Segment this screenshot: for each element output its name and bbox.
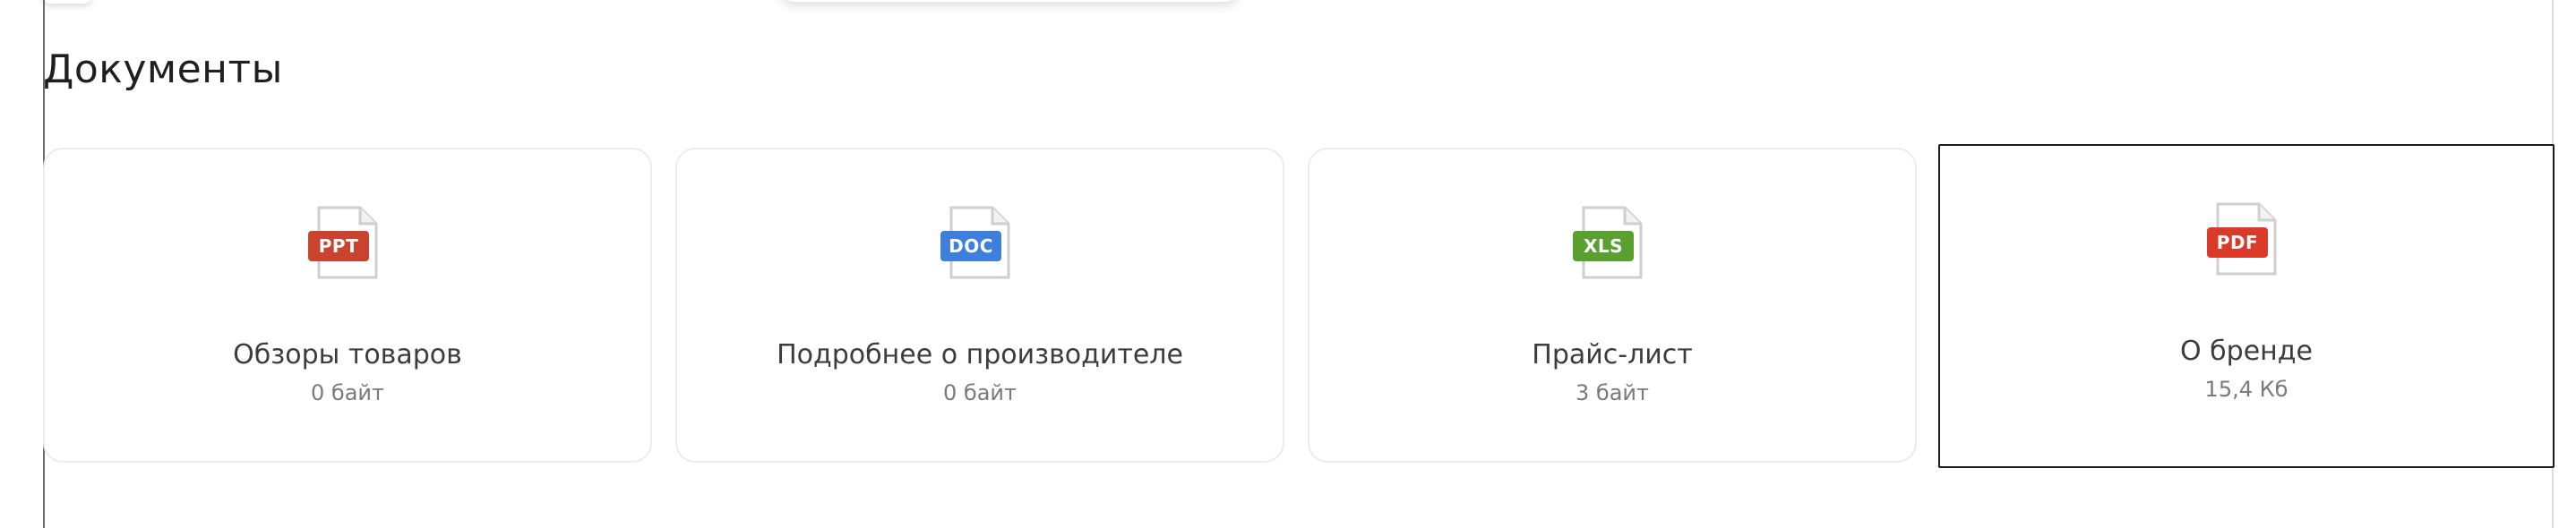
page: Документы PPT Обзоры товаров 0 байт DOC: [0, 0, 2576, 528]
document-card-manufacturer-info[interactable]: DOC Подробнее о производителе 0 байт: [675, 148, 1284, 463]
file-type-badge: PPT: [308, 231, 369, 261]
document-size: 0 байт: [943, 380, 1017, 405]
document-card-about-brand[interactable]: PDF О бренде 15,4 Кб: [1938, 144, 2555, 468]
document-size: 0 байт: [311, 380, 384, 405]
file-type-badge: DOC: [940, 231, 1001, 261]
top-dropdown-panel-edge: [781, 0, 1238, 2]
file-type-badge: XLS: [1573, 231, 1634, 261]
file-pdf-icon: PDF: [2207, 201, 2284, 277]
document-size: 15,4 Кб: [2204, 377, 2288, 402]
document-title: Подробнее о производителе: [777, 339, 1183, 370]
file-doc-icon: DOC: [940, 205, 1018, 280]
document-card-product-reviews[interactable]: PPT Обзоры товаров 0 байт: [43, 148, 652, 463]
document-size: 3 байт: [1576, 380, 1649, 405]
documents-list: PPT Обзоры товаров 0 байт DOC Подробнее …: [43, 144, 2555, 468]
document-title: Прайс-лист: [1532, 339, 1693, 370]
document-title: Обзоры товаров: [233, 339, 462, 370]
document-title: О бренде: [2180, 336, 2313, 367]
top-dropdown-edge: [43, 0, 91, 4]
section-title: Документы: [43, 47, 283, 92]
file-ppt-icon: PPT: [308, 205, 385, 280]
document-card-price-list[interactable]: XLS Прайс-лист 3 байт: [1308, 148, 1917, 463]
file-xls-icon: XLS: [1573, 205, 1650, 280]
file-type-badge: PDF: [2207, 227, 2268, 258]
